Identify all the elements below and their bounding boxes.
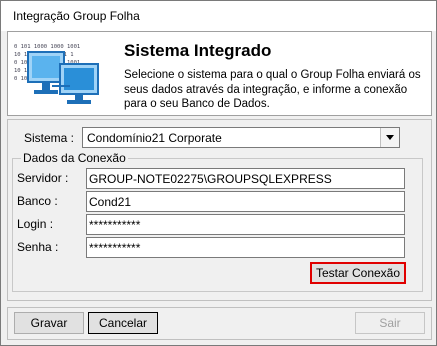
binary-line: 0 101 1000 1000 1001	[14, 44, 80, 50]
connection-legend: Dados da Conexão	[21, 151, 128, 165]
servidor-value: GROUP-NOTE02275\GROUPSQLEXPRESS	[89, 172, 332, 186]
header-title: Sistema Integrado	[124, 41, 272, 60]
servidor-label: Servidor :	[17, 171, 69, 185]
sistema-label: Sistema :	[24, 131, 75, 145]
sistema-select[interactable]: Condomínio21 Corporate	[82, 127, 400, 148]
banco-label: Banco :	[17, 194, 58, 208]
senha-value: ***********	[89, 241, 141, 255]
cancel-button[interactable]: Cancelar	[88, 312, 158, 334]
login-label: Login :	[17, 217, 54, 231]
main-panel: Sistema : Condomínio21 Corporate Dados d…	[7, 119, 432, 301]
header-panel: 0 101 1000 1000 1001 10 100 1000 1001 1 …	[7, 31, 432, 116]
senha-field[interactable]: ***********	[86, 237, 405, 258]
dialog-window: Integração Group Folha 0 101 1000 1000 1…	[0, 0, 437, 346]
exit-button[interactable]: Sair	[355, 312, 425, 334]
window-title: Integração Group Folha	[13, 9, 140, 23]
computers-network-icon: 0 101 1000 1000 1001 10 100 1000 1001 1 …	[14, 44, 99, 104]
servidor-field[interactable]: GROUP-NOTE02275\GROUPSQLEXPRESS	[86, 168, 405, 189]
login-value: ***********	[89, 218, 141, 232]
footer-bar: Gravar Cancelar Sair	[7, 307, 432, 340]
banco-value: Cond21	[89, 195, 132, 209]
test-connection-button[interactable]: Testar Conexão	[310, 262, 406, 284]
login-field[interactable]: ***********	[86, 214, 405, 235]
chevron-down-icon[interactable]	[380, 128, 399, 147]
title-bar: Integração Group Folha	[1, 1, 436, 31]
sistema-value: Condomínio21 Corporate	[87, 131, 222, 145]
banco-field[interactable]: Cond21	[86, 191, 405, 212]
header-description: Selecione o sistema para o qual o Group …	[124, 69, 421, 110]
senha-label: Senha :	[17, 240, 59, 254]
save-button[interactable]: Gravar	[14, 312, 84, 334]
